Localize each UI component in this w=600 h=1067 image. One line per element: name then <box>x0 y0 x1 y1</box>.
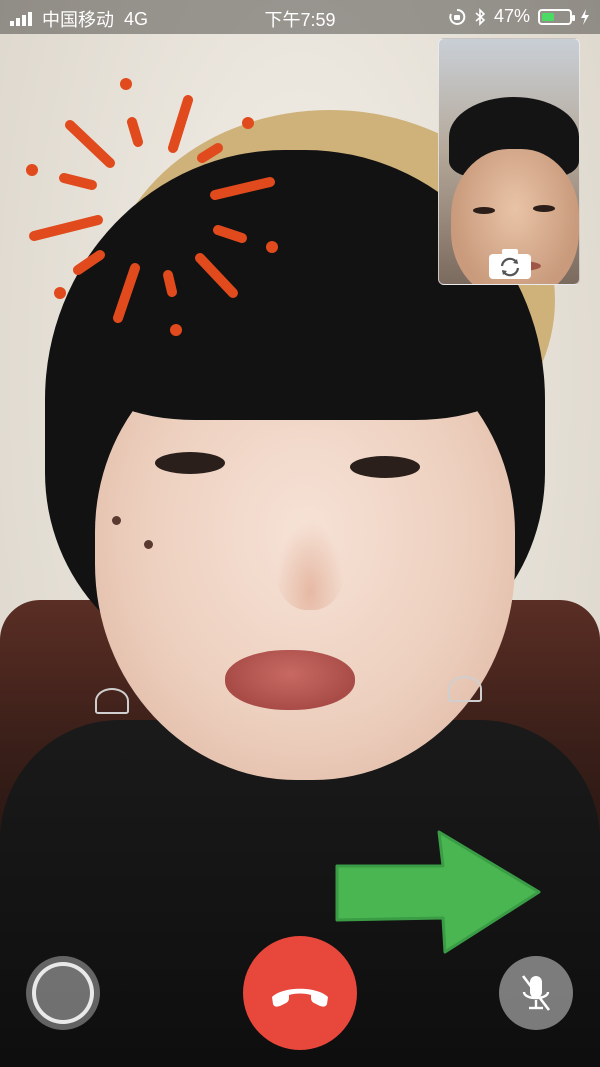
self-view-preview[interactable] <box>438 38 580 285</box>
self-right-eye <box>533 205 555 212</box>
left-eye <box>155 452 225 474</box>
video-call-screen: 中国移动 4G 下午7:59 47% <box>0 0 600 1067</box>
battery-fill <box>542 12 554 21</box>
nose <box>275 520 345 610</box>
record-icon <box>32 962 94 1024</box>
orientation-lock-icon <box>449 8 466 25</box>
lips <box>225 650 355 710</box>
earring-right <box>448 676 482 702</box>
bluetooth-icon <box>475 7 486 26</box>
status-bar: 中国移动 4G 下午7:59 47% <box>0 0 600 34</box>
right-eye <box>350 456 420 478</box>
camera-switch-icon <box>489 249 531 279</box>
phone-hangup-icon <box>272 988 328 1007</box>
self-left-eye <box>473 207 495 214</box>
mole <box>112 516 121 525</box>
camera-switch-button[interactable] <box>487 247 533 281</box>
battery-icon <box>538 8 575 25</box>
earring-left <box>95 688 129 714</box>
mute-button[interactable] <box>499 956 573 1030</box>
record-button[interactable] <box>26 956 100 1030</box>
mic-mute-icon <box>521 975 551 1011</box>
sparkle-sticker-icon <box>26 78 278 336</box>
mole <box>144 540 153 549</box>
battery-percentage: 47% <box>493 6 530 26</box>
green-arrow-sticker-icon <box>335 830 541 954</box>
charging-bolt-icon <box>581 8 589 25</box>
hangup-button[interactable] <box>243 936 357 1050</box>
status-right: 47% <box>448 6 590 27</box>
